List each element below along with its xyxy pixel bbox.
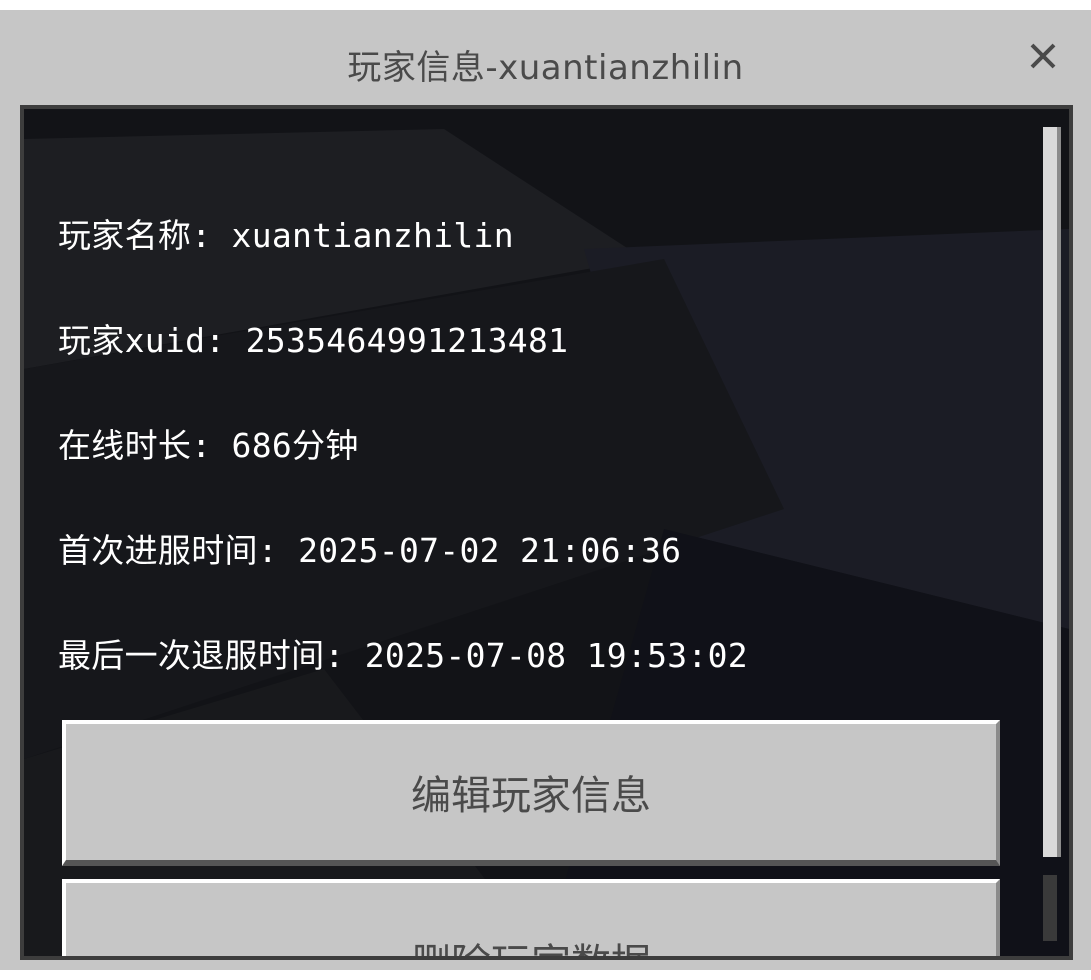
- online-time-text: 在线时长: 686分钟: [58, 426, 359, 465]
- scrollbar[interactable]: [1043, 127, 1061, 949]
- close-button[interactable]: [1025, 38, 1061, 74]
- info-panel[interactable]: 玩家名称: xuantianzhilin 玩家xuid: 25354649912…: [20, 105, 1073, 960]
- player-name-text: 玩家名称: xuantianzhilin: [58, 216, 514, 255]
- first-join-time-text: 首次进服时间: 2025-07-02 21:06:36: [58, 531, 682, 570]
- scrollbar-thumb[interactable]: [1043, 127, 1061, 857]
- scrollbar-track[interactable]: [1043, 875, 1057, 941]
- delete-player-data-button[interactable]: 删除玩家数据: [62, 879, 1000, 956]
- dialog-title: 玩家信息-xuantianzhilin: [347, 48, 744, 88]
- title-bar: 玩家信息-xuantianzhilin: [0, 10, 1091, 105]
- close-icon: [1030, 43, 1056, 69]
- player-info-dialog: 玩家信息-xuantianzhilin 玩家名称: xuantianzhilin…: [0, 10, 1091, 970]
- edit-player-info-button[interactable]: 编辑玩家信息: [62, 720, 1000, 866]
- player-xuid-text: 玩家xuid: 2535464991213481: [58, 321, 569, 360]
- last-leave-time-text: 最后一次退服时间: 2025-07-08 19:53:02: [58, 636, 748, 675]
